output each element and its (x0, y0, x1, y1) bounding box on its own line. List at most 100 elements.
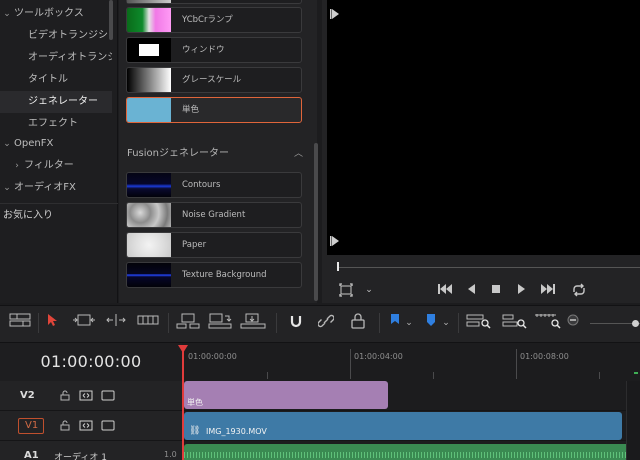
chevron-down-icon[interactable]: ⌄ (361, 283, 377, 297)
fusion-generators-header[interactable]: Fusionジェネレーター (127, 145, 305, 163)
zoom-full-icon[interactable] (466, 313, 492, 333)
sidebar-item[interactable]: › フィルター (0, 155, 112, 177)
link-icon: ⛓ (189, 426, 201, 436)
sidebar-item-label: エフェクト (28, 118, 78, 129)
auto-select-icon[interactable] (79, 420, 93, 431)
chevron-down-icon[interactable]: ⌄ (0, 3, 14, 25)
insert-icon[interactable] (176, 313, 200, 333)
zoom-custom-icon[interactable] (534, 313, 562, 333)
audio-waveform (184, 452, 640, 458)
loop-icon[interactable] (570, 283, 588, 297)
generator-item[interactable]: Noise Gradient (126, 202, 302, 228)
viewer-scrub-bar[interactable] (338, 267, 640, 268)
generator-item[interactable]: Paper (126, 232, 302, 258)
marker-chevron-down-icon[interactable]: ⌄ (440, 313, 452, 333)
track-lock-icon[interactable] (58, 420, 72, 431)
generator-item[interactable]: Texture Background (126, 262, 302, 288)
clip-solid-color[interactable]: 単色 (184, 381, 388, 409)
clip-label: 単色 (187, 398, 203, 407)
track-header-v2[interactable]: V2 (0, 381, 182, 411)
sidebar-item[interactable]: オーディオトランジション (0, 47, 112, 69)
play-icon[interactable] (513, 283, 529, 297)
generator-label: Texture Background (182, 270, 267, 280)
timeline-view-icon[interactable] (9, 313, 31, 333)
sidebar-item[interactable]: ⌄ ツールボックス (0, 3, 112, 25)
sidebar-item[interactable]: ビデオトランジション (0, 25, 112, 47)
viewer-screen[interactable] (327, 0, 640, 255)
snap-icon[interactable] (286, 313, 306, 333)
generator-item[interactable]: ウィンドウ (126, 37, 302, 63)
step-back-icon[interactable] (463, 283, 479, 297)
generator-label: Contours (182, 180, 221, 190)
track-header-v1[interactable]: V1 (0, 411, 182, 441)
generator-item[interactable]: Contours (126, 172, 302, 198)
link-icon[interactable] (316, 313, 336, 333)
sidebar-scrollbar[interactable] (109, 0, 113, 40)
audio-track-label[interactable]: オーディオ 1 (54, 450, 107, 460)
generators-panel: YCbCrランプウィンドウグレースケール単色 Fusionジェネレーター ︿ C… (119, 0, 317, 303)
flag-chevron-down-icon[interactable]: ⌄ (403, 313, 415, 333)
track-visibility-icon[interactable] (101, 390, 115, 401)
zoom-out-icon[interactable] (566, 313, 580, 333)
timeline-ruler[interactable] (182, 343, 640, 381)
sidebar-item[interactable]: ⌄ OpenFX (0, 133, 112, 155)
blade-icon[interactable] (137, 313, 159, 333)
select-arrow-icon[interactable] (44, 313, 60, 333)
generator-item[interactable]: グレースケール (126, 67, 302, 93)
prev-clip-icon[interactable] (437, 283, 453, 297)
audio-meter-marker (634, 372, 638, 374)
ruler-minor-tick (267, 372, 268, 379)
generator-thumbnail (127, 68, 171, 92)
sidebar-item[interactable]: ジェネレーター (0, 91, 112, 113)
generator-thumbnail (127, 8, 171, 32)
generator-item[interactable]: 単色 (126, 97, 302, 123)
sidebar-item-label: ビデオトランジション (28, 30, 112, 41)
ruler-major-tick (350, 349, 351, 379)
clip-video[interactable]: ⛓ IMG_1930.MOV (184, 412, 622, 440)
chevron-down-icon[interactable]: ⌄ (0, 133, 14, 155)
generator-scrollbar[interactable] (314, 143, 318, 301)
timeline-playhead[interactable] (182, 347, 184, 460)
auto-select-icon[interactable] (79, 390, 93, 401)
playhead-handle[interactable] (178, 345, 188, 353)
sidebar-item-label: フィルター (24, 160, 74, 171)
chevron-down-icon[interactable]: ⌄ (0, 177, 14, 199)
zoom-detail-icon[interactable] (502, 313, 528, 333)
trim-icon[interactable] (72, 313, 96, 333)
stop-icon[interactable] (488, 283, 504, 297)
clip-audio[interactable] (184, 444, 640, 460)
viewer-playhead[interactable] (337, 262, 339, 271)
clip-label: IMG_1930.MOV (206, 427, 267, 436)
generator-thumbnail (127, 203, 171, 227)
zoom-slider-knob[interactable] (632, 320, 639, 327)
timeline-timecode[interactable]: 01:00:00:00 (0, 343, 182, 381)
replace-icon[interactable] (240, 313, 266, 333)
sidebar-item-label: オーディオFX (14, 182, 76, 193)
generator-label: 単色 (182, 105, 200, 115)
lock-icon[interactable] (348, 313, 368, 333)
marker-icon[interactable] (424, 313, 438, 333)
toolbar-separator (168, 313, 169, 333)
track-header-a1[interactable]: A1 オーディオ 1 1.0 (0, 441, 182, 460)
sidebar-item[interactable]: エフェクト (0, 113, 112, 135)
overwrite-icon[interactable] (208, 313, 232, 333)
sidebar-item[interactable]: タイトル (0, 69, 112, 91)
generator-item-partial[interactable] (126, 0, 302, 4)
sidebar-item[interactable]: ⌄ オーディオFX (0, 177, 112, 199)
chevron-right-icon[interactable]: › (10, 155, 24, 177)
ruler-tick-label: 01:00:08:00 (520, 352, 569, 361)
next-clip-icon[interactable] (540, 283, 556, 297)
track-name: A1 (24, 450, 39, 460)
sidebar-item-label: オーディオトランジション (28, 52, 112, 63)
track-visibility-icon[interactable] (101, 420, 115, 431)
collapse-chevron-icon[interactable]: ︿ (294, 145, 303, 163)
track-lock-icon[interactable] (58, 390, 72, 401)
sidebar-item-label: OpenFX (14, 138, 54, 149)
window-shape (139, 44, 159, 56)
flag-icon[interactable] (388, 313, 402, 333)
toolbar-separator (276, 313, 277, 333)
safe-area-icon[interactable] (338, 283, 354, 297)
dynamic-trim-icon[interactable] (104, 313, 128, 333)
generator-item[interactable]: YCbCrランプ (126, 7, 302, 33)
generator-label: YCbCrランプ (182, 15, 233, 25)
